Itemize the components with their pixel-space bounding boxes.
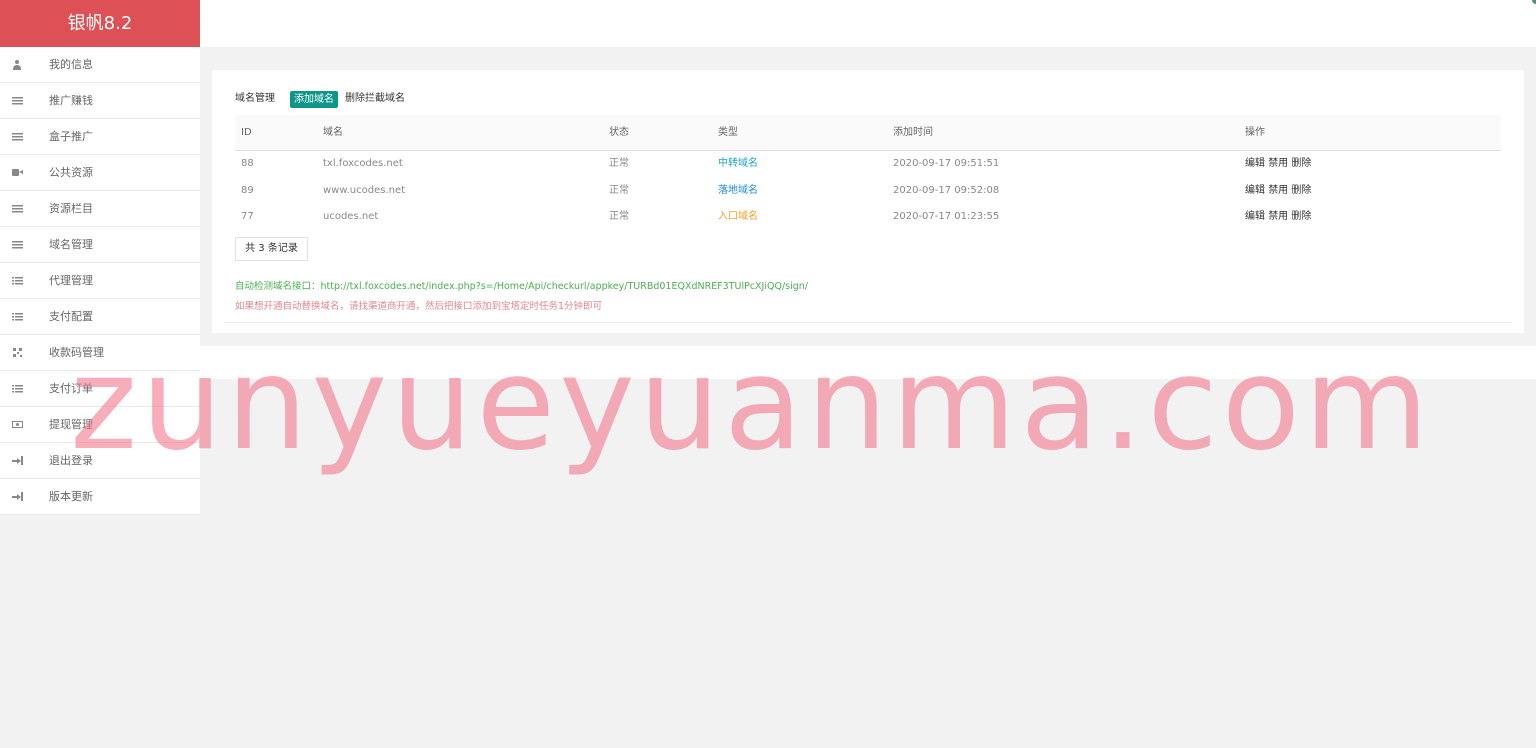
- list-icon: [11, 204, 23, 213]
- column-header-actions: 操作: [1245, 127, 1265, 138]
- card-divider: [224, 322, 1512, 323]
- sidebar-item-my-info[interactable]: 我的信息: [0, 47, 200, 83]
- sidebar-item-payment-config[interactable]: 支付配置: [0, 299, 200, 335]
- sidebar-item-agent-management[interactable]: 代理管理: [0, 263, 200, 299]
- cell-domain: ucodes.net: [323, 211, 379, 222]
- list-icon: [11, 132, 23, 141]
- cell-actions: 编辑 禁用 删除: [1245, 178, 1311, 205]
- table-row: 88 txl.foxcodes.net 正常 中转域名 2020-09-17 0…: [235, 151, 1501, 178]
- cell-id: 88: [241, 158, 254, 169]
- cell-id: 89: [241, 184, 254, 196]
- sidebar-item-qrcode-management[interactable]: 收款码管理: [0, 335, 200, 371]
- sidebar-item-logout[interactable]: 退出登录: [0, 443, 200, 479]
- column-header-type: 类型: [718, 127, 738, 138]
- cell-status: 正常: [609, 211, 629, 222]
- user-icon: [12, 59, 22, 70]
- column-header-time: 添加时间: [893, 127, 933, 138]
- table-header: ID 域名 状态 类型 添加时间 操作: [235, 115, 1501, 151]
- sidebar-item-public-resources[interactable]: 公共资源: [0, 155, 200, 191]
- sidebar-item-payment-orders[interactable]: 支付订单: [0, 371, 200, 407]
- cell-domain: www.ucodes.net: [323, 184, 406, 196]
- sidebar-item-label: 推广赚钱: [49, 94, 93, 107]
- corner-dot-icon: [1532, 0, 1536, 4]
- sidebar-item-label: 盒子推广: [49, 130, 93, 143]
- cell-type: 落地域名: [718, 184, 758, 196]
- record-count: 共 3 条记录: [235, 237, 308, 261]
- edit-link[interactable]: 编辑: [1245, 185, 1265, 196]
- sidebar-item-label: 代理管理: [49, 274, 93, 287]
- disable-link[interactable]: 禁用: [1268, 158, 1288, 169]
- sidebar-item-label: 我的信息: [49, 58, 93, 71]
- top-bar: [200, 0, 1536, 47]
- edit-link[interactable]: 编辑: [1245, 158, 1265, 169]
- cell-type: 中转域名: [718, 158, 758, 169]
- cell-id: 77: [241, 211, 254, 222]
- sidebar-item-label: 版本更新: [49, 490, 93, 503]
- cell-actions: 编辑 禁用 删除: [1245, 151, 1311, 178]
- cell-time: 2020-09-17 09:52:08: [893, 184, 1000, 196]
- sidebar-item-label: 收款码管理: [49, 346, 104, 359]
- sidebar-menu: 我的信息 推广赚钱 盒子推广 公共资源 资源栏目 域名管理 代理管理 支付配置: [0, 47, 200, 515]
- sidebar-item-promote[interactable]: 推广赚钱: [0, 83, 200, 119]
- list-icon: [11, 240, 23, 249]
- column-header-domain: 域名: [323, 127, 343, 138]
- list-ul-icon: [11, 276, 23, 285]
- qrcode-icon: [12, 348, 22, 357]
- sidebar-item-label: 提现管理: [49, 418, 93, 431]
- sidebar-item-box-promote[interactable]: 盒子推广: [0, 119, 200, 155]
- sidebar-item-label: 公共资源: [49, 166, 93, 179]
- table-row: 77 ucodes.net 正常 入口域名 2020-07-17 01:23:5…: [235, 204, 1501, 231]
- column-header-status: 状态: [609, 127, 629, 138]
- list-ul-icon: [11, 312, 23, 321]
- cell-status: 正常: [609, 158, 629, 169]
- add-domain-button[interactable]: 添加域名: [290, 90, 338, 108]
- sidebar-item-withdraw-management[interactable]: 提现管理: [0, 407, 200, 443]
- list-ul-icon: [11, 384, 23, 393]
- sidebar-item-resource-columns[interactable]: 资源栏目: [0, 191, 200, 227]
- delete-link[interactable]: 删除: [1291, 158, 1311, 169]
- sidebar-item-label: 退出登录: [49, 454, 93, 467]
- cell-time: 2020-09-17 09:51:51: [893, 158, 1000, 169]
- card-header: 域名管理 添加域名 删除拦截域名: [235, 90, 405, 108]
- delete-blocked-domains-link[interactable]: 删除拦截域名: [345, 90, 405, 108]
- sign-out-icon: [11, 492, 23, 501]
- delete-link[interactable]: 删除: [1291, 185, 1311, 196]
- video-icon: [11, 169, 23, 176]
- disable-link[interactable]: 禁用: [1268, 185, 1288, 196]
- edit-link[interactable]: 编辑: [1245, 211, 1265, 222]
- cell-type: 入口域名: [718, 211, 758, 222]
- sidebar-item-domain-management[interactable]: 域名管理: [0, 227, 200, 263]
- disable-link[interactable]: 禁用: [1268, 211, 1288, 222]
- domain-table: ID 域名 状态 类型 添加时间 操作 88 txl.foxcodes.net …: [235, 115, 1501, 231]
- sidebar-item-label: 支付订单: [49, 382, 93, 395]
- card-title: 域名管理: [235, 93, 275, 104]
- sidebar: 银帆8.2 我的信息 推广赚钱 盒子推广 公共资源 资源栏目 域名管理 代理管理: [0, 0, 200, 515]
- content-strip: [200, 346, 1536, 379]
- cell-status: 正常: [609, 184, 629, 196]
- sidebar-item-label: 域名管理: [49, 238, 93, 251]
- cell-domain: txl.foxcodes.net: [323, 158, 403, 169]
- list-icon: [11, 96, 23, 105]
- brand-title: 银帆8.2: [0, 0, 200, 47]
- sidebar-item-label: 支付配置: [49, 310, 93, 323]
- money-icon: [11, 421, 23, 428]
- table-row: 89 www.ucodes.net 正常 落地域名 2020-09-17 09:…: [235, 178, 1501, 205]
- column-header-id: ID: [241, 127, 252, 138]
- delete-link[interactable]: 删除: [1291, 211, 1311, 222]
- api-note: 自动检测域名接口：http://txl.foxcodes.net/index.p…: [235, 281, 808, 292]
- sign-out-icon: [11, 456, 23, 465]
- cell-actions: 编辑 禁用 删除: [1245, 204, 1311, 231]
- tip-note: 如果想开通自动替换域名，请找渠道商开通，然后把接口添加到宝塔定时任务1分钟即可: [235, 301, 603, 312]
- sidebar-item-label: 资源栏目: [49, 202, 93, 215]
- sidebar-item-version-update[interactable]: 版本更新: [0, 479, 200, 515]
- cell-time: 2020-07-17 01:23:55: [893, 211, 1000, 222]
